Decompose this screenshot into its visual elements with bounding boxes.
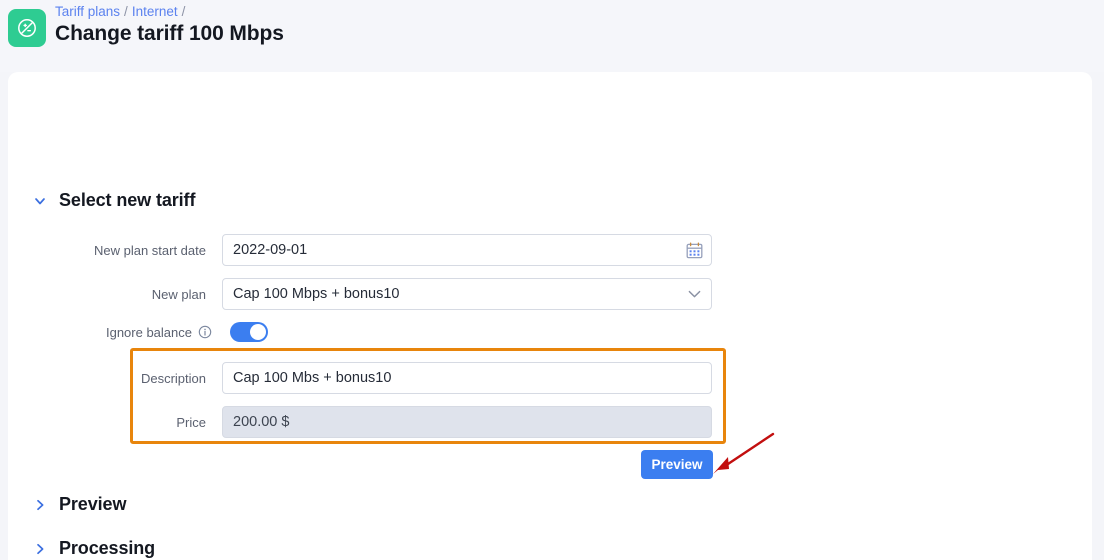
info-circle-icon[interactable]: [198, 325, 212, 339]
content-card: Select new tariff New plan start date 20…: [8, 72, 1092, 560]
toggle-knob: [250, 324, 266, 340]
form-row-description: Description Cap 100 Mbs + bonus10: [8, 362, 712, 394]
chevron-right-icon: [37, 499, 44, 510]
new-plan-select[interactable]: Cap 100 Mbps + bonus10: [222, 278, 712, 310]
breadcrumb-item-tariff-plans[interactable]: Tariff plans: [55, 4, 120, 19]
price-input: 200.00 $: [222, 406, 712, 438]
ignore-balance-toggle[interactable]: [230, 322, 268, 342]
chevron-down-icon[interactable]: [688, 290, 701, 298]
label-price: Price: [176, 414, 206, 430]
section-title-preview: Preview: [59, 494, 127, 514]
section-header-processing[interactable]: Processing: [33, 538, 155, 559]
prohibited-circle-icon: [8, 9, 46, 47]
app-screen: Tariff plans / Internet / Change tariff 100…: [0, 0, 1104, 560]
arrow-annotation: [713, 432, 775, 474]
start-date-value: 2022-09-01: [233, 242, 308, 258]
chevron-down-icon: [35, 197, 45, 204]
section-title-processing: Processing: [59, 538, 156, 558]
section-header-preview[interactable]: Preview: [33, 494, 126, 515]
form-row-ignore-balance: Ignore balance: [8, 322, 268, 342]
form-row-price: Price 200.00 $: [8, 406, 712, 438]
section-title-select-new-tariff: Select new tariff: [59, 190, 196, 210]
page-header: Tariff plans / Internet / Change tariff 100…: [0, 0, 1104, 72]
label-new-plan-start-date: New plan start date: [93, 242, 206, 258]
breadcrumb-separator: /: [181, 4, 186, 19]
new-plan-value: Cap 100 Mbps + bonus10: [233, 286, 400, 302]
label-new-plan: New plan: [151, 286, 206, 302]
description-value: Cap 100 Mbs + bonus10: [233, 370, 392, 386]
label-description: Description: [140, 370, 206, 386]
breadcrumb-separator: /: [124, 4, 128, 19]
page-title: Change tariff 100 Mbps: [55, 22, 284, 45]
preview-button[interactable]: Preview: [641, 450, 713, 479]
start-date-input[interactable]: 2022-09-01: [222, 234, 712, 266]
section-header-select-new-tariff[interactable]: Select new tariff: [33, 190, 195, 211]
label-ignore-balance: Ignore balance: [105, 324, 192, 340]
breadcrumb: Tariff plans / Internet /: [55, 3, 189, 21]
chevron-right-icon: [37, 543, 44, 554]
form-row-new-plan: New plan Cap 100 Mbps + bonus10: [8, 278, 712, 310]
form-row-start-date: New plan start date 2022-09-01: [8, 234, 712, 266]
description-input[interactable]: Cap 100 Mbs + bonus10: [222, 362, 712, 394]
breadcrumb-item-internet[interactable]: Internet: [132, 4, 178, 19]
calendar-icon[interactable]: [686, 242, 703, 259]
price-value: 200.00 $: [233, 414, 290, 430]
